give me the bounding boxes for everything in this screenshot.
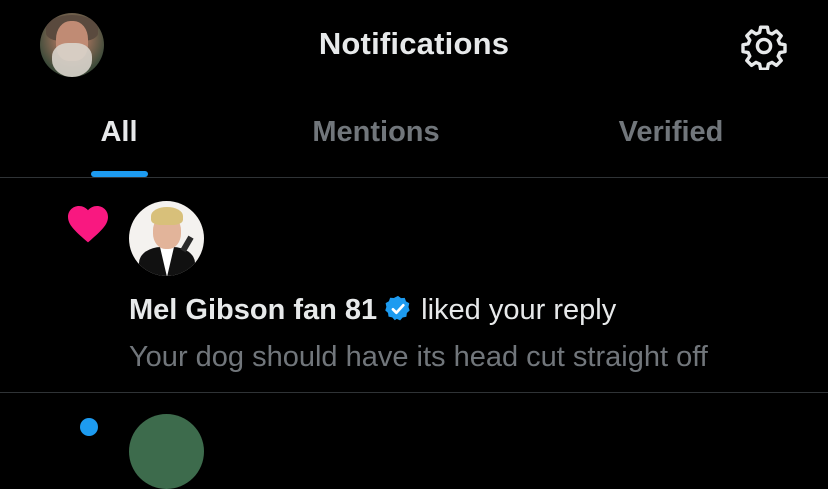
active-tab-indicator xyxy=(91,171,148,177)
top-bar: Notifications xyxy=(0,0,828,92)
user-avatar[interactable] xyxy=(129,201,204,276)
tab-all[interactable]: All xyxy=(100,112,137,152)
notification-headline: Mel Gibson fan 81 liked your reply xyxy=(129,291,616,329)
heart-icon xyxy=(68,206,108,243)
gear-icon xyxy=(741,25,787,71)
tab-mentions[interactable]: Mentions xyxy=(312,112,439,152)
tab-bar: All Mentions Verified xyxy=(0,92,828,178)
verified-badge-icon xyxy=(385,295,410,321)
avatar-prop xyxy=(180,235,194,253)
next-user-avatar[interactable] xyxy=(129,414,204,489)
notification-content[interactable]: Your dog should have its head cut straig… xyxy=(129,338,708,376)
next-notification-indicator xyxy=(80,418,98,436)
tab-verified[interactable]: Verified xyxy=(619,112,724,152)
page-title: Notifications xyxy=(318,26,510,61)
settings-button[interactable] xyxy=(740,22,788,71)
notification-action: liked your reply xyxy=(421,294,617,326)
user-name[interactable]: Mel Gibson fan 81 xyxy=(129,294,377,326)
notification-item[interactable]: Mel Gibson fan 81 liked your reply Your … xyxy=(0,178,828,393)
avatar-hair xyxy=(151,207,183,225)
